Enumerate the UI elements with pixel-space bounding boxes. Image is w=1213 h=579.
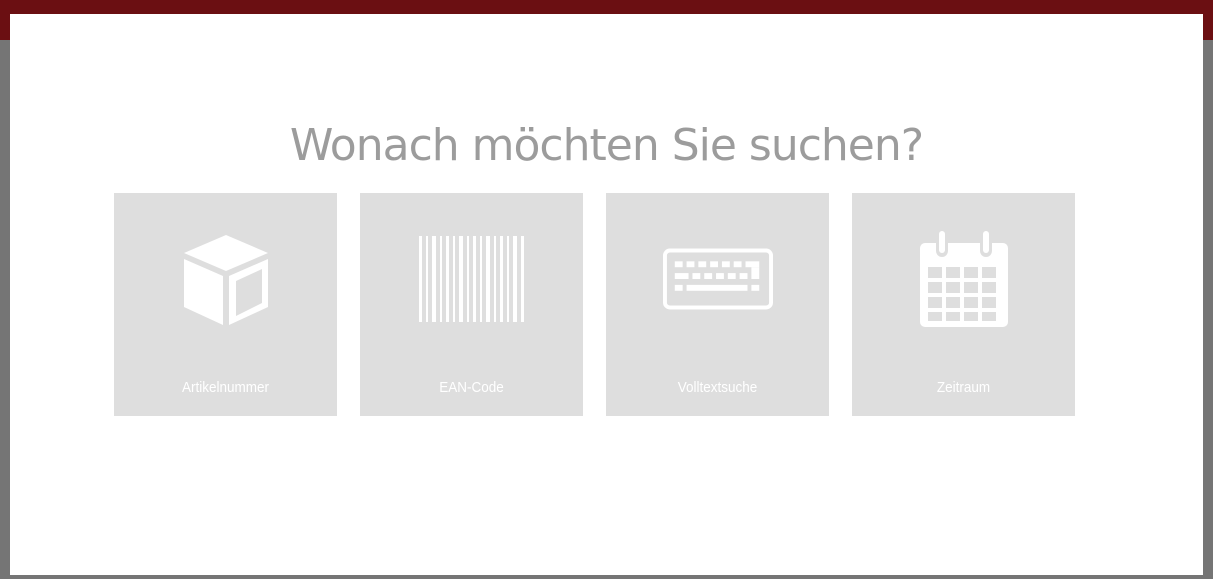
dialog-title: Wonach möchten Sie suchen? [289,120,924,171]
option-volltextsuche[interactable]: Volltextsuche [606,193,829,416]
option-label: Zeitraum [936,379,991,396]
option-zeitraum[interactable]: Zeitraum [852,193,1075,416]
barcode-icon [417,229,527,329]
search-type-dialog: Wonach möchten Sie suchen? Artikelnummer [10,14,1203,575]
option-ean-code[interactable]: EAN-Code [360,193,583,416]
search-options: Artikelnummer EAN-Code Volltextsuche Zei… [114,193,1075,416]
calendar-icon [909,229,1019,329]
option-label: EAN-Code [439,379,504,396]
option-artikelnummer[interactable]: Artikelnummer [114,193,337,416]
cube-icon [171,229,281,329]
option-label: Artikelnummer [181,379,270,396]
keyboard-icon [662,229,773,329]
option-label: Volltextsuche [677,379,758,396]
